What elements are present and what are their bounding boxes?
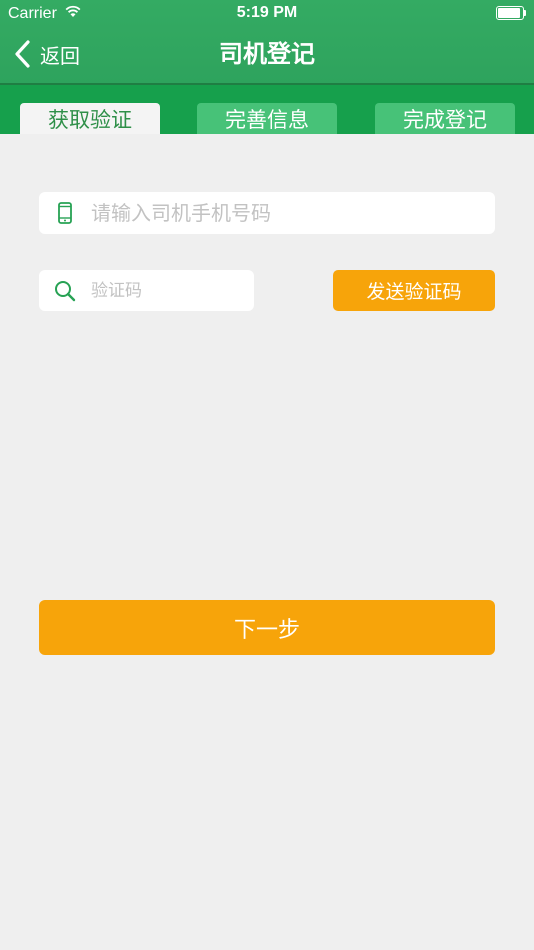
status-bar: Carrier 5:19 PM (0, 0, 534, 28)
verification-code-field[interactable] (39, 270, 254, 311)
tab-finish-registration[interactable]: 完成登记 (375, 103, 515, 134)
phone-icon (58, 202, 72, 224)
search-icon (55, 280, 76, 301)
battery-icon (496, 6, 526, 20)
status-time: 5:19 PM (236, 4, 298, 21)
verification-code-input[interactable] (89, 279, 254, 302)
send-code-button[interactable]: 发送验证码 (333, 270, 495, 311)
phone-field[interactable] (39, 192, 495, 234)
tab-get-verification[interactable]: 获取验证 (20, 103, 160, 134)
next-step-button[interactable]: 下一步 (39, 600, 495, 655)
step-tabs: 获取验证 完善信息 完成登记 (0, 85, 534, 134)
header: Carrier 5:19 PM 返回 司机登记 (0, 0, 534, 84)
page-title: 司机登记 (219, 40, 315, 68)
tab-complete-info[interactable]: 完善信息 (197, 103, 337, 134)
phone-input[interactable] (89, 200, 495, 226)
